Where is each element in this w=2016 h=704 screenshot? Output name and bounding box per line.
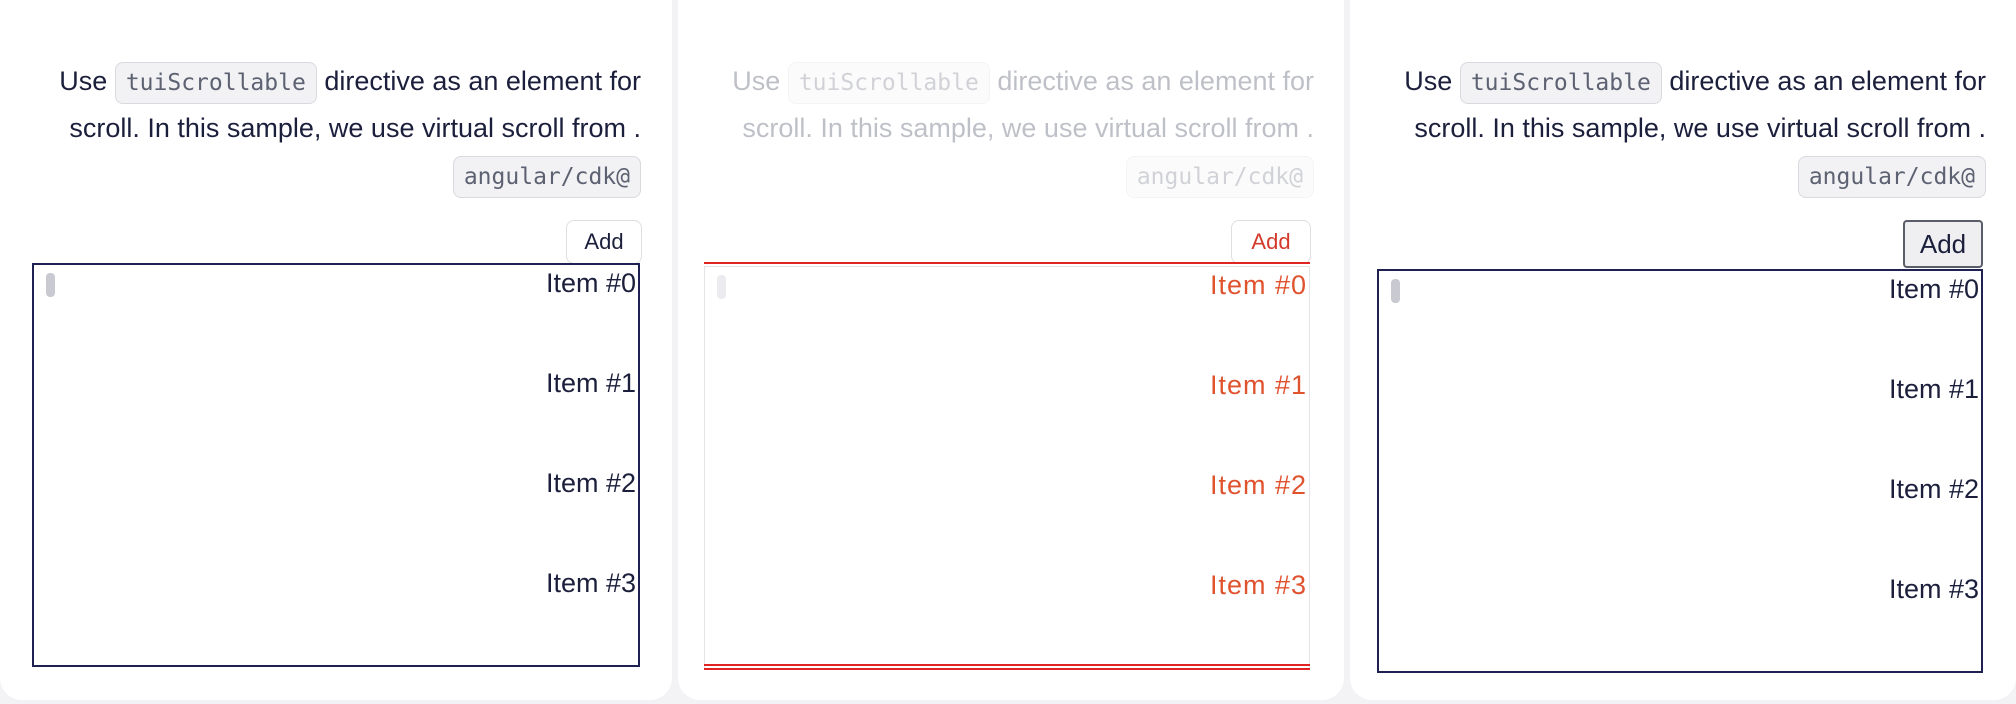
scrollbar-thumb[interactable]: [46, 273, 55, 297]
description-text: Use tuiScrollable directive as an elemen…: [1350, 58, 1986, 199]
scrollbar-thumb[interactable]: [1391, 279, 1400, 303]
list-item: Item #2: [545, 468, 636, 498]
list-item: Item #0: [1209, 270, 1307, 300]
example-panel-diff: Use tuiScrollable directive as an elemen…: [678, 0, 1344, 700]
code-tuiScrollable: tuiScrollable: [114, 62, 317, 104]
scrollbar-thumb[interactable]: [717, 275, 726, 299]
add-button[interactable]: Add: [566, 220, 642, 264]
add-button[interactable]: Add: [1231, 220, 1311, 264]
example-panel-right: Use tuiScrollable directive as an elemen…: [1350, 0, 2016, 700]
comparison-canvas: Use tuiScrollable directive as an elemen…: [0, 0, 2016, 704]
list-item: Item #1: [1888, 374, 1979, 404]
list-item: Item #1: [545, 368, 636, 398]
diff-highlight-line: [704, 664, 1310, 670]
example-panel-left: Use tuiScrollable directive as an elemen…: [0, 0, 672, 700]
code-angular-cdk: angular/cdk@: [1125, 156, 1314, 198]
virtual-scroll-container[interactable]: Item #0 Item #1 Item #2 Item #3: [1377, 269, 1983, 673]
description-prefix: Use: [1404, 66, 1460, 96]
description-text: Use tuiScrollable directive as an elemen…: [5, 58, 641, 199]
description-prefix: Use: [59, 66, 115, 96]
list-item: Item #3: [545, 568, 636, 598]
virtual-scroll-container[interactable]: Item #0 Item #1 Item #2 Item #3: [704, 266, 1310, 670]
list-item: Item #2: [1888, 474, 1979, 504]
code-tuiScrollable: tuiScrollable: [787, 62, 990, 104]
code-angular-cdk: angular/cdk@: [452, 156, 641, 198]
list-item: Item #0: [545, 268, 636, 298]
code-angular-cdk: angular/cdk@: [1797, 156, 1986, 198]
list-item: Item #0: [1888, 274, 1979, 304]
list-item: Item #2: [1209, 470, 1307, 500]
description-text: Use tuiScrollable directive as an elemen…: [678, 58, 1314, 199]
list-item: Item #3: [1209, 570, 1307, 600]
description-prefix: Use: [732, 66, 788, 96]
code-tuiScrollable: tuiScrollable: [1459, 62, 1662, 104]
add-button[interactable]: Add: [1903, 220, 1983, 268]
list-item: Item #3: [1888, 574, 1979, 604]
virtual-scroll-container[interactable]: Item #0 Item #1 Item #2 Item #3: [32, 263, 640, 667]
list-item: Item #1: [1209, 370, 1307, 400]
